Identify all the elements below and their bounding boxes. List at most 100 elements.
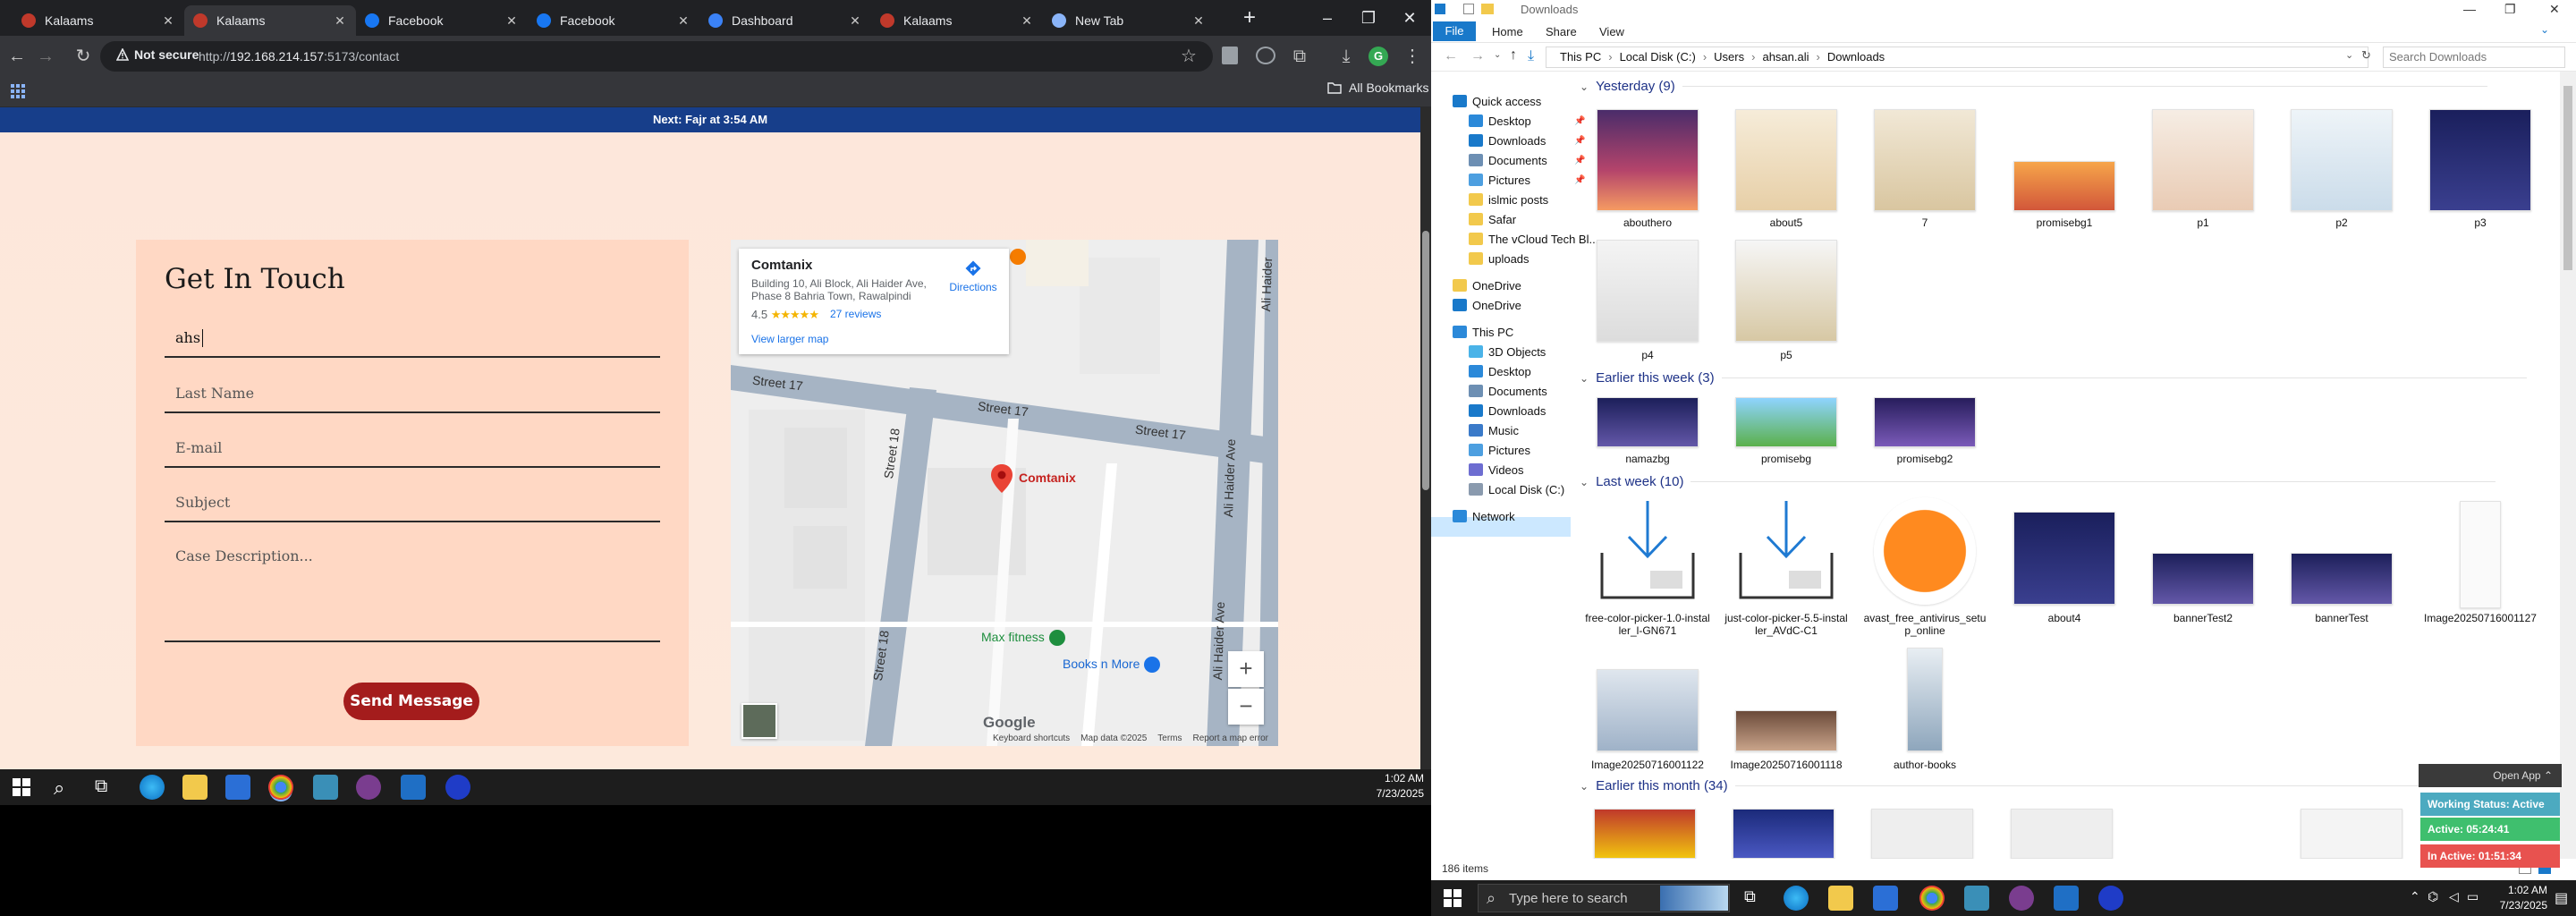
reviews-link[interactable]: 27 reviews: [830, 308, 881, 320]
apps-grid-icon[interactable]: [11, 84, 25, 98]
file-name[interactable]: p5: [1724, 349, 1849, 361]
maximize-button[interactable]: ❐: [1351, 5, 1386, 30]
tab-3[interactable]: Facebook ✕: [528, 5, 699, 36]
nav-item[interactable]: Quick access: [1453, 91, 1541, 111]
github-icon[interactable]: [356, 775, 381, 800]
zoom-app-icon[interactable]: [445, 775, 470, 800]
map-place-label[interactable]: Comtanix: [1019, 471, 1076, 485]
right-clock[interactable]: 1:02 AM 7/23/2025: [2483, 883, 2547, 913]
file-name[interactable]: abouthero: [1585, 216, 1710, 229]
nav-item[interactable]: Network: [1453, 506, 1515, 526]
close-tab-icon[interactable]: ✕: [161, 13, 175, 28]
explorer-search-input[interactable]: Search Downloads: [2383, 47, 2565, 68]
file-name[interactable]: Image20250716001122: [1585, 759, 1710, 771]
address-history-icon[interactable]: ⌄: [2345, 49, 2353, 61]
explorer-maximize[interactable]: ❐: [2504, 2, 2516, 17]
file-thumbnail[interactable]: [1735, 240, 1837, 342]
file-name[interactable]: 7: [1862, 216, 1987, 229]
group-header[interactable]: ⌄ Yesterday (9): [1580, 79, 2487, 94]
file-name[interactable]: Image20250716001118: [1724, 759, 1849, 771]
close-tab-icon[interactable]: ✕: [504, 13, 519, 28]
properties-icon[interactable]: [1463, 4, 1474, 14]
page-scrollbar-thumb[interactable]: [1422, 231, 1429, 490]
nav-item[interactable]: Downloads 📌: [1469, 131, 1585, 150]
terms-link[interactable]: Terms: [1157, 734, 1182, 743]
file-name[interactable]: promisebg1: [2002, 216, 2127, 229]
breadcrumb-item[interactable]: Local Disk (C:): [1620, 50, 1696, 64]
windows-start-icon[interactable]: [13, 778, 30, 796]
file-name[interactable]: about4: [2002, 612, 2127, 624]
nav-item[interactable]: OneDrive: [1453, 295, 1521, 315]
poi-books-label[interactable]: Books n More: [1063, 657, 1140, 671]
close-tab-icon[interactable]: ✕: [333, 13, 347, 28]
bookmark-star-icon[interactable]: ☆: [1179, 47, 1199, 66]
file-thumbnail[interactable]: [2460, 501, 2501, 608]
view-larger-map-link[interactable]: View larger map: [751, 333, 828, 345]
recent-locations-icon[interactable]: ⌄: [1494, 50, 1501, 60]
nav-item[interactable]: Music: [1469, 420, 1519, 440]
close-tab-icon[interactable]: ✕: [848, 13, 862, 28]
close-tab-icon[interactable]: ✕: [676, 13, 691, 28]
file-name[interactable]: promisebg2: [1862, 453, 1987, 465]
report-error-link[interactable]: Report a map error: [1193, 734, 1268, 743]
new-tab-button[interactable]: +: [1238, 7, 1261, 30]
file-name[interactable]: p2: [2279, 216, 2404, 229]
file-thumbnail[interactable]: [1735, 109, 1837, 211]
email-field[interactable]: E-mail: [165, 434, 660, 468]
collapse-chevron-icon[interactable]: ⌄: [1580, 476, 1589, 488]
file-thumbnail[interactable]: [1871, 809, 1973, 859]
breadcrumb-item[interactable]: ahsan.ali: [1762, 50, 1809, 64]
all-bookmarks-button[interactable]: All Bookmarks: [1327, 81, 1428, 95]
file-thumbnail[interactable]: [1735, 710, 1837, 751]
collapse-chevron-icon[interactable]: ⌄: [1580, 372, 1589, 385]
explorer-minimize[interactable]: —: [2463, 2, 2476, 16]
file-thumbnail[interactable]: [1597, 240, 1699, 342]
vscode-icon[interactable]: [2054, 886, 2079, 911]
file-thumbnail[interactable]: [2291, 553, 2393, 605]
ribbon-tab-file[interactable]: File: [1433, 21, 1476, 41]
file-explorer-icon[interactable]: [1828, 886, 1853, 911]
file-thumbnail[interactable]: [1597, 497, 1699, 605]
tab-2[interactable]: Facebook ✕: [356, 5, 528, 36]
nav-item[interactable]: Downloads: [1469, 401, 1546, 420]
nav-item[interactable]: Desktop 📌: [1469, 111, 1585, 131]
ribbon-expand-icon[interactable]: ⌄: [2540, 23, 2549, 36]
file-thumbnail[interactable]: [2152, 109, 2254, 211]
nav-item[interactable]: islmic posts: [1469, 190, 1548, 209]
tab-6[interactable]: New Tab ✕: [1043, 5, 1215, 36]
group-header[interactable]: ⌄ Last week (10): [1580, 474, 2496, 489]
file-thumbnail[interactable]: [1597, 109, 1699, 211]
nav-item[interactable]: Documents 📌: [1469, 150, 1585, 170]
file-name[interactable]: just-color-picker-5.5-installer_AVdC-C1: [1724, 612, 1849, 637]
minimize-button[interactable]: –: [1309, 5, 1345, 30]
keyboard-shortcuts-link[interactable]: Keyboard shortcuts: [993, 734, 1070, 743]
ribbon-tab-share[interactable]: Share: [1546, 25, 1577, 38]
map-pin-icon[interactable]: [990, 463, 1013, 494]
nav-item[interactable]: Desktop: [1469, 361, 1531, 381]
explorer-scrollbar-thumb[interactable]: [2563, 86, 2572, 270]
close-tab-icon[interactable]: ✕: [1020, 13, 1034, 28]
tab-1[interactable]: Kalaams ✕: [184, 5, 356, 36]
file-name[interactable]: namazbg: [1585, 453, 1710, 465]
file-name[interactable]: author-books: [1862, 759, 1987, 771]
last-name-field[interactable]: Last Name: [165, 379, 660, 413]
site-info[interactable]: Not secure: [116, 47, 199, 62]
ribbon-tab-home[interactable]: Home: [1492, 25, 1523, 38]
collapse-chevron-icon[interactable]: ⌄: [1580, 780, 1589, 793]
open-app-button[interactable]: Open App ⌃: [2419, 764, 2562, 787]
nav-item[interactable]: Local Disk (C:): [1469, 479, 1564, 499]
up-folder-icon[interactable]: ↑: [1510, 47, 1517, 64]
chrome-taskbar-icon[interactable]: [1919, 886, 1945, 911]
zoom-app-icon[interactable]: [2098, 886, 2123, 911]
file-thumbnail[interactable]: [2013, 161, 2115, 211]
nav-item[interactable]: This PC: [1453, 322, 1513, 342]
zoom-in-button[interactable]: +: [1228, 651, 1264, 687]
file-thumbnail[interactable]: [1594, 809, 1696, 859]
explorer-forward-icon[interactable]: →: [1470, 48, 1485, 64]
edge-icon[interactable]: [140, 775, 165, 800]
extension-circle-icon[interactable]: [1256, 47, 1275, 64]
file-thumbnail[interactable]: [2011, 809, 2113, 859]
file-thumbnail[interactable]: [1735, 397, 1837, 447]
search-icon[interactable]: ⌕: [54, 776, 64, 800]
file-thumbnail[interactable]: [2429, 109, 2531, 211]
